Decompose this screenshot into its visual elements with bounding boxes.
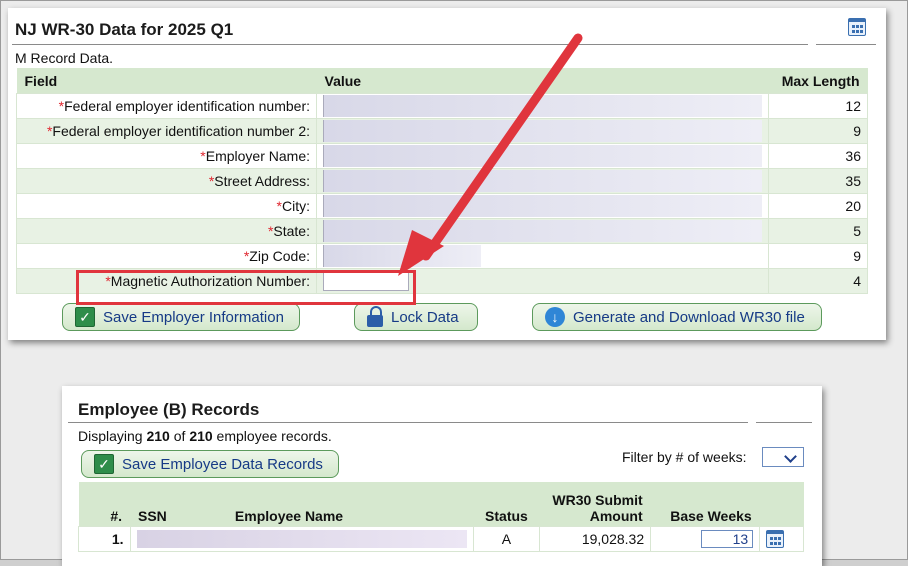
annotation-arrow bbox=[398, 33, 583, 276]
